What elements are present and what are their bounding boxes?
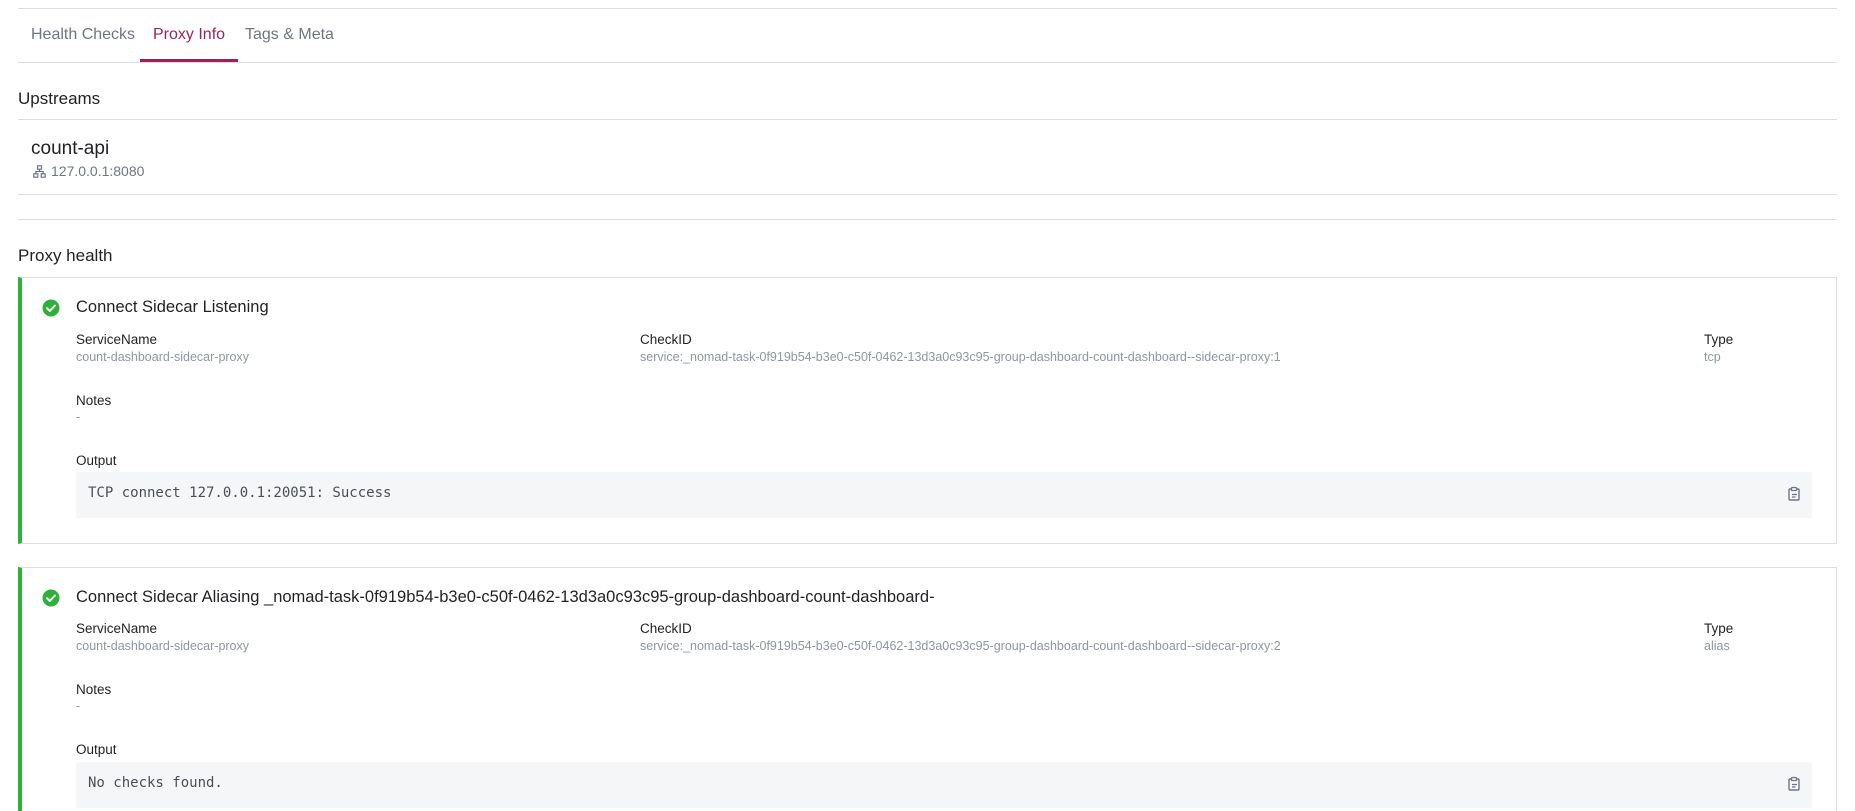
copy-icon[interactable] — [1786, 486, 1802, 502]
check-title: Connect Sidecar Aliasing _nomad-task-0f9… — [76, 588, 935, 606]
tab-proxy-info[interactable]: Proxy Info — [140, 9, 239, 62]
notes-label: Notes — [76, 393, 112, 408]
check-title: Connect Sidecar Listening — [76, 298, 269, 316]
service-name-value: count-dashboard-sidecar-proxy — [76, 639, 250, 653]
upstream-item-divider — [18, 194, 1837, 195]
output-box: No checks found. — [76, 762, 1812, 808]
upstreams-title: Upstreams — [18, 89, 101, 108]
check-id-label: CheckID — [640, 332, 692, 347]
section-divider — [18, 219, 1837, 220]
service-name-label: ServiceName — [76, 621, 158, 636]
output-text: TCP connect 127.0.0.1:20051: Success — [88, 485, 392, 501]
check-circle-icon — [42, 589, 60, 607]
upstream-address-text: 127.0.0.1:8080 — [51, 163, 145, 179]
tab-tags-meta[interactable]: Tags & Meta — [232, 9, 347, 61]
page: Health Checks Proxy Info Tags & Meta Ups… — [0, 0, 1855, 811]
type-value: tcp — [1704, 350, 1721, 364]
notes-value: - — [76, 410, 81, 424]
upstreams-divider — [18, 119, 1837, 120]
type-value: alias — [1704, 639, 1730, 653]
copy-icon[interactable] — [1786, 776, 1802, 792]
output-label: Output — [76, 453, 117, 468]
upstream-address: 127.0.0.1:8080 — [33, 163, 144, 179]
output-label: Output — [76, 742, 117, 757]
service-name-label: ServiceName — [76, 332, 158, 347]
network-icon — [33, 164, 46, 178]
type-label: Type — [1704, 621, 1734, 636]
proxy-health-title: Proxy health — [18, 246, 113, 265]
check-circle-icon — [42, 299, 60, 317]
check-id-label: CheckID — [640, 621, 692, 636]
tab-health-checks[interactable]: Health Checks — [18, 9, 148, 61]
output-box: TCP connect 127.0.0.1:20051: Success — [76, 472, 1812, 518]
notes-value: - — [76, 699, 81, 713]
service-name-value: count-dashboard-sidecar-proxy — [76, 350, 250, 364]
notes-label: Notes — [76, 682, 112, 697]
output-text: No checks found. — [88, 775, 223, 791]
upstream-name: count-api — [31, 138, 110, 159]
health-check-card: Connect Sidecar Listening ServiceName co… — [18, 277, 1837, 544]
type-label: Type — [1704, 332, 1734, 347]
health-check-card: Connect Sidecar Aliasing _nomad-task-0f9… — [18, 567, 1837, 811]
tab-bar: Health Checks Proxy Info Tags & Meta — [18, 9, 1837, 63]
check-id-value: service:_nomad-task-0f919b54-b3e0-c50f-0… — [640, 639, 1281, 653]
check-id-value: service:_nomad-task-0f919b54-b3e0-c50f-0… — [640, 350, 1281, 364]
